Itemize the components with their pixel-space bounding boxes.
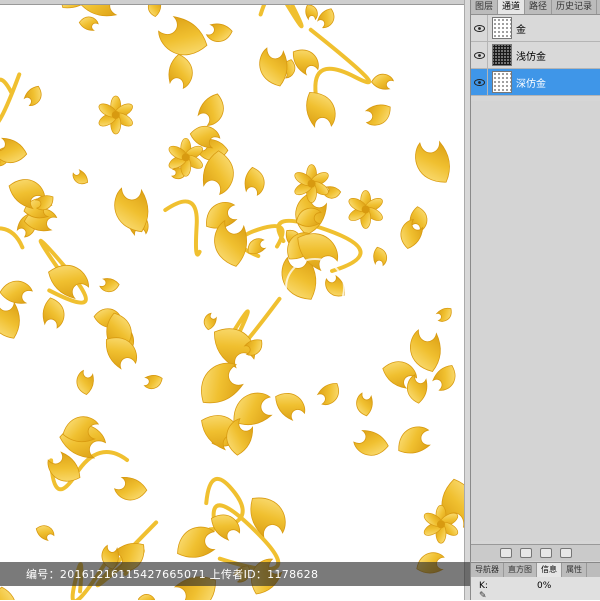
acanthus-leaf [353, 430, 389, 456]
acanthus-leaf [0, 280, 33, 304]
rosette-center [181, 153, 190, 162]
acanthus-leaf [305, 4, 318, 21]
acanthus-leaf [78, 16, 99, 31]
vine-stroke [0, 72, 22, 123]
k-value: 0% [537, 581, 552, 591]
watermark-bar: 编号：20161216115427665071 上传者ID：1178628 [0, 562, 470, 586]
vine-stroke [308, 27, 372, 97]
panel-tabs: 图层 通道 路径 历史记录 [471, 0, 600, 15]
acanthus-leaf [113, 477, 148, 501]
k-label: K: [479, 581, 488, 591]
eye-icon[interactable] [471, 42, 488, 68]
acanthus-leaf [114, 187, 149, 233]
acanthus-leaf [197, 93, 224, 126]
acanthus-leaf [205, 23, 233, 42]
info-panel-tabs: 导航器 直方图 信息 属性 [471, 562, 600, 578]
acanthus-leaf [35, 525, 55, 542]
top-ruler [0, 0, 470, 5]
tab-histogram[interactable]: 直方图 [504, 563, 537, 577]
acanthus-leaf [371, 73, 395, 90]
acanthus-leaf [415, 140, 450, 183]
acanthus-leaf [275, 393, 306, 422]
rosette-center [111, 110, 120, 119]
acanthus-leaf [259, 47, 288, 87]
channel-row-light-gold[interactable]: 浅仿金 [471, 42, 600, 69]
channel-label: 金 [516, 24, 526, 36]
eye-icon[interactable] [471, 69, 488, 95]
rosette-center [307, 179, 316, 188]
tab-channels[interactable]: 通道 [498, 0, 526, 14]
rosette-center [361, 205, 370, 214]
channel-thumbnail [492, 44, 512, 66]
tab-info[interactable]: 信息 [537, 563, 562, 577]
tab-paths[interactable]: 路径 [525, 0, 553, 14]
acanthus-leaf [364, 104, 391, 126]
acanthus-leaf [317, 8, 335, 29]
acanthus-leaf [76, 369, 94, 396]
vine-stroke [0, 226, 25, 250]
acanthus-leaf [168, 53, 193, 90]
acanthus-leaf [316, 383, 339, 406]
rosette-center [436, 520, 445, 529]
acanthus-leaf [373, 246, 388, 267]
acanthus-leaf [398, 426, 431, 454]
tab-layers[interactable]: 图层 [471, 0, 499, 14]
acanthus-leaf [158, 16, 208, 56]
acanthus-leaf [137, 594, 156, 600]
acanthus-leaf [23, 85, 42, 106]
acanthus-leaf [143, 374, 163, 390]
acanthus-leaf [0, 137, 28, 164]
watermark-logo [285, 258, 345, 318]
acanthus-leaf [99, 278, 120, 293]
acanthus-leaf [435, 307, 452, 322]
vine-stroke [163, 199, 202, 257]
acanthus-leaf [0, 586, 17, 600]
new-channel-icon[interactable] [540, 548, 552, 558]
channels-panel: 图层 通道 路径 历史记录 金 浅仿金 深仿金 导航器 直方图 信息 属性 K:… [470, 0, 600, 601]
channel-thumbnail [492, 17, 512, 39]
tab-navigator[interactable]: 导航器 [471, 563, 504, 577]
acanthus-leaf [203, 312, 217, 331]
delete-channel-icon[interactable] [560, 548, 572, 558]
save-selection-icon[interactable] [520, 548, 532, 558]
acanthus-leaf [356, 392, 373, 417]
gold-baroque-pattern [0, 0, 470, 600]
load-selection-icon[interactable] [500, 548, 512, 558]
panel-toolbar [471, 544, 600, 561]
channel-row-dark-gold[interactable]: 深仿金 [471, 69, 600, 96]
acanthus-leaf [250, 497, 286, 538]
tab-properties[interactable]: 属性 [562, 563, 587, 577]
channel-row-gold[interactable]: 金 [471, 15, 600, 42]
acanthus-leaf [406, 374, 428, 404]
tab-history[interactable]: 历史记录 [552, 0, 598, 14]
channel-label: 深仿金 [516, 78, 546, 90]
eye-icon[interactable] [471, 15, 488, 41]
acanthus-leaf [42, 297, 65, 329]
info-panel-body: K: 0% ✎ [471, 577, 600, 601]
document-canvas[interactable] [0, 0, 470, 600]
acanthus-leaf [72, 169, 88, 185]
acanthus-leaf [244, 166, 265, 196]
panel-empty-area [471, 101, 600, 541]
watermark-text: 编号：20161216115427665071 上传者ID：1178628 [26, 568, 319, 581]
channel-thumbnail [492, 71, 512, 93]
channel-label: 浅仿金 [516, 51, 546, 63]
acanthus-leaf [306, 92, 336, 128]
